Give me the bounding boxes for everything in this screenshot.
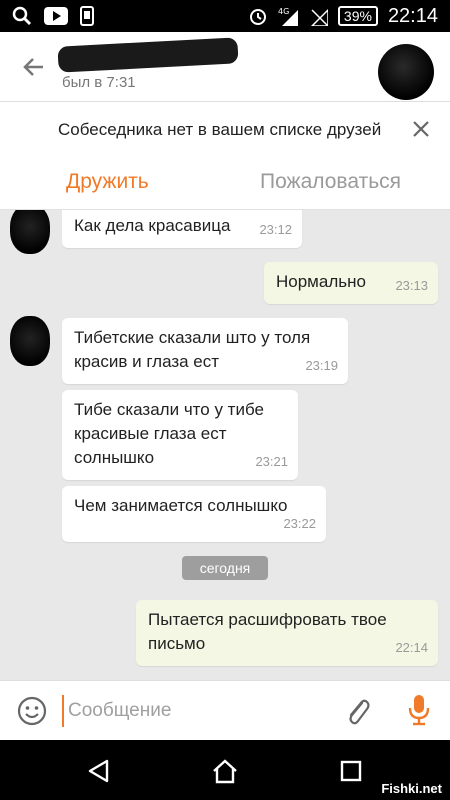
- recents-icon: [340, 760, 362, 782]
- message-time: 23:12: [259, 222, 292, 237]
- smiley-icon: [17, 696, 47, 726]
- message-time: 23:13: [395, 278, 428, 293]
- back-button[interactable]: [18, 52, 48, 82]
- message-incoming[interactable]: Тибе сказали что у тибе красивые глаза е…: [62, 390, 298, 480]
- message-time: 22:14: [395, 640, 428, 655]
- battery-indicator: 39%: [337, 6, 378, 26]
- message-time: 23:22: [283, 516, 316, 531]
- watermark: Fishki.net: [381, 781, 442, 796]
- status-clock: 22:14: [387, 4, 438, 27]
- message-incoming[interactable]: Как дела красавица 23:12: [62, 210, 302, 248]
- phone-icon: [80, 6, 94, 26]
- message-input[interactable]: [62, 695, 322, 727]
- paperclip-icon: [349, 699, 370, 725]
- report-button[interactable]: Пожаловаться: [260, 170, 401, 194]
- last-seen-status: был в 7:31: [62, 74, 136, 91]
- add-friend-button[interactable]: Дружить: [66, 170, 149, 194]
- message-outgoing[interactable]: Нормально 23:13: [264, 262, 438, 304]
- alarm-icon: [248, 6, 268, 26]
- svg-text:4G: 4G: [278, 7, 289, 16]
- contact-name-redacted[interactable]: [57, 37, 239, 73]
- sender-avatar[interactable]: [10, 316, 50, 366]
- arrow-left-icon: [23, 58, 43, 76]
- message-text: Тибетские сказали што у толя красив и гл…: [74, 328, 311, 371]
- system-nav-bar: Fishki.net: [0, 740, 450, 800]
- signal-icon: 4G: [278, 6, 300, 26]
- message-time: 23:19: [305, 358, 338, 373]
- close-icon: [413, 121, 429, 137]
- message-time: 23:21: [255, 454, 288, 469]
- chat-area[interactable]: Как дела красавица 23:12 Нормально 23:13…: [0, 210, 450, 680]
- nav-recents-button[interactable]: [336, 756, 366, 786]
- chat-header: был в 7:31: [0, 32, 450, 102]
- sender-avatar[interactable]: [10, 210, 50, 254]
- message-text: Как дела красавица: [74, 216, 231, 235]
- message-incoming[interactable]: Тибетские сказали што у толя красив и гл…: [62, 318, 348, 384]
- message-text: Тибе сказали что у тибе красивые глаза е…: [74, 400, 264, 467]
- message-text: Чем занимается солнышко: [74, 496, 288, 515]
- message-outgoing[interactable]: Пытается расшифровать твое письмо 22:14: [136, 600, 438, 666]
- emoji-button[interactable]: [16, 695, 48, 727]
- contact-avatar[interactable]: [378, 44, 434, 100]
- status-bar-left: [0, 6, 94, 26]
- message-text: Нормально: [276, 272, 366, 291]
- nav-back-button[interactable]: [84, 756, 114, 786]
- banner-text: Собеседника нет в вашем списке друзей: [58, 120, 382, 139]
- no-sim-icon: [310, 6, 328, 26]
- youtube-icon: [44, 7, 68, 25]
- status-bar: 4G 39% 22:14: [0, 0, 450, 32]
- message-text: Пытается расшифровать твое письмо: [148, 610, 387, 653]
- status-bar-right: 4G 39% 22:14: [248, 5, 450, 28]
- not-friend-banner: Собеседника нет в вашем списке друзей Др…: [0, 102, 450, 210]
- voice-record-button[interactable]: [404, 693, 434, 727]
- date-divider: сегодня: [182, 556, 268, 580]
- triangle-back-icon: [88, 759, 109, 783]
- attach-button[interactable]: [342, 695, 372, 727]
- search-icon: [12, 6, 32, 26]
- message-input-bar: [0, 680, 450, 740]
- microphone-icon: [408, 695, 430, 726]
- banner-close-button[interactable]: [408, 116, 434, 142]
- nav-home-button[interactable]: [210, 756, 240, 786]
- home-icon: [213, 759, 237, 784]
- message-incoming[interactable]: Чем занимается солнышко 23:22: [62, 486, 326, 542]
